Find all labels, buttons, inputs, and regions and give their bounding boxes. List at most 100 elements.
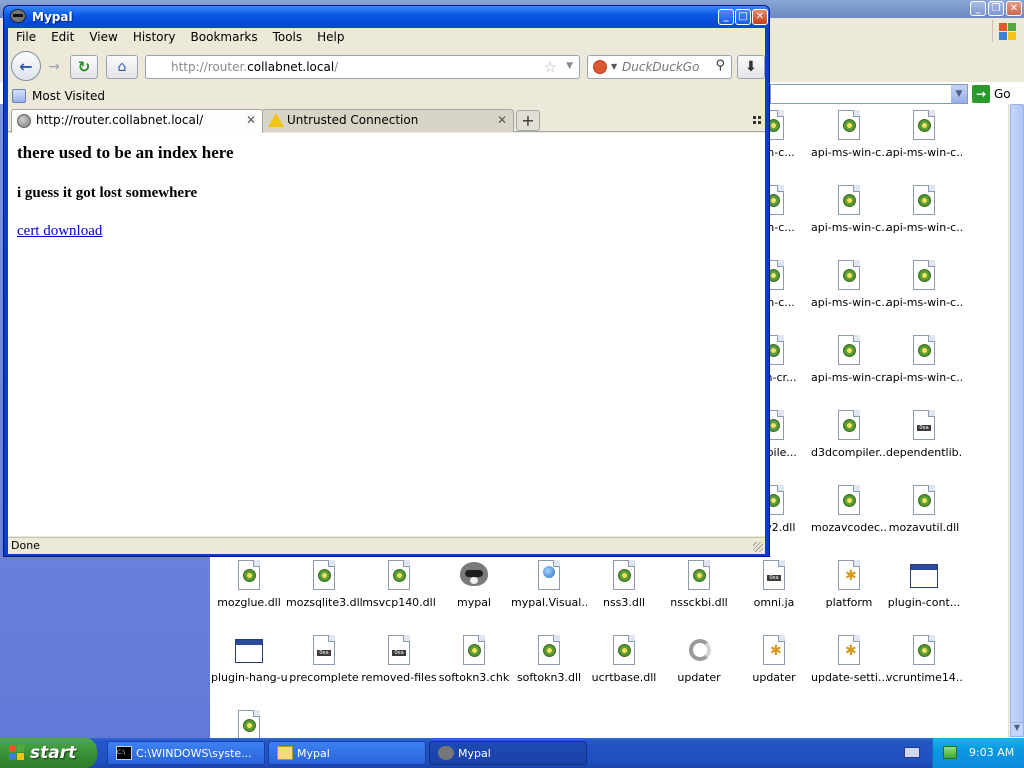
reload-button[interactable]: ↻	[70, 55, 98, 79]
file-item[interactable]: 0ea removed-files	[361, 635, 437, 684]
file-item[interactable]: api-ms-win-c...	[811, 110, 887, 159]
menu-edit[interactable]: Edit	[51, 28, 74, 47]
mypal-app-icon	[10, 9, 26, 23]
go-button[interactable]: → Go	[972, 84, 1011, 104]
task-mypal-browser[interactable]: Mypal	[429, 741, 587, 765]
file-label: mozsqlite3.dll	[286, 596, 362, 609]
file-item[interactable]: mozsqlite3.dll	[286, 560, 362, 609]
search-engine-dropdown-icon[interactable]: ▼	[611, 62, 617, 71]
new-tab-button[interactable]: +	[516, 110, 540, 131]
file-item[interactable]: 0ea dependentlib...	[886, 410, 962, 459]
file-item[interactable]: api-ms-win-c...	[886, 335, 962, 384]
file-item[interactable]: softokn3.chk	[436, 635, 512, 684]
file-label: softokn3.chk	[438, 671, 510, 684]
file-item[interactable]: ✱ update-setti...	[811, 635, 887, 684]
file-item[interactable]: mozglue.dll	[211, 560, 287, 609]
url-bar[interactable]: http://router.collabnet.local/ ☆ ▼	[145, 55, 580, 79]
minimize-button[interactable]: _	[970, 1, 986, 16]
close-tab-icon[interactable]: ✕	[246, 110, 256, 131]
menu-file[interactable]: File	[16, 28, 36, 47]
file-item[interactable]: vcruntime14...	[886, 635, 962, 684]
list-all-tabs-icon[interactable]	[753, 116, 762, 125]
clock[interactable]: 9:03 AM	[969, 746, 1014, 759]
file-item[interactable]: msvcp140.dll	[361, 560, 437, 609]
tab-untrusted-connection[interactable]: Untrusted Connection ✕	[262, 109, 514, 132]
menu-view[interactable]: View	[89, 28, 117, 47]
menu-bookmarks[interactable]: Bookmarks	[191, 28, 258, 47]
file-label: mozavcodec...	[811, 521, 887, 534]
dll-file-icon	[460, 635, 488, 667]
bookmark-most-visited[interactable]: Most Visited	[32, 89, 105, 103]
task-mypal-folder[interactable]: Mypal	[268, 741, 426, 765]
forward-button[interactable]: →	[42, 57, 66, 77]
task-command-prompt[interactable]: C:\ C:\WINDOWS\syste...	[107, 741, 265, 765]
keyboard-icon[interactable]	[904, 747, 920, 758]
maximize-button[interactable]: □	[735, 9, 751, 25]
file-item[interactable]: softokn3.dll	[511, 635, 587, 684]
back-button[interactable]: ←	[11, 51, 41, 81]
bookmark-folder-icon	[12, 89, 26, 103]
home-button[interactable]: ⌂	[106, 55, 138, 79]
file-label: mozavutil.dll	[888, 521, 960, 534]
file-item[interactable]: ✱ updater	[736, 635, 812, 684]
web-document-icon	[535, 560, 563, 592]
menu-tools[interactable]: Tools	[273, 28, 303, 47]
tab-router[interactable]: http://router.collabnet.local/ ✕	[11, 109, 263, 133]
minimize-button[interactable]: _	[718, 9, 734, 25]
close-button[interactable]: ✕	[752, 9, 768, 25]
cert-download-link[interactable]: cert download	[17, 223, 102, 240]
duckduckgo-icon[interactable]	[593, 60, 607, 74]
chevron-down-icon[interactable]: ▼	[951, 85, 967, 103]
scrollbar-thumb[interactable]	[1010, 104, 1024, 724]
file-label: omni.ja	[753, 596, 795, 609]
application-window-icon	[910, 560, 938, 592]
close-tab-icon[interactable]: ✕	[497, 110, 507, 131]
file-item[interactable]: mozavcodec...	[811, 485, 887, 534]
file-item[interactable]: mypal	[436, 560, 512, 609]
search-bar[interactable]: ▼ ⚲	[587, 55, 732, 79]
file-item[interactable]: api-ms-win-cr...	[811, 335, 887, 384]
menu-help[interactable]: Help	[317, 28, 344, 47]
downloads-button[interactable]: ⬇	[737, 55, 765, 79]
scroll-down-icon[interactable]: ▼	[1010, 722, 1024, 737]
file-item[interactable]: plugin-hang-ui	[211, 635, 287, 684]
file-label: removed-files	[361, 671, 437, 684]
file-item[interactable]: plugin-cont...	[886, 560, 962, 609]
file-item[interactable]: ucrtbase.dll	[586, 635, 662, 684]
file-item[interactable]: api-ms-win-c...	[886, 185, 962, 234]
restore-button[interactable]: ❐	[988, 1, 1004, 16]
close-button[interactable]: ✕	[1006, 1, 1022, 16]
warning-icon	[268, 113, 284, 127]
file-item[interactable]: api-ms-win-c...	[811, 185, 887, 234]
resize-grip-icon[interactable]	[753, 542, 763, 552]
vertical-scrollbar[interactable]: ▼	[1008, 104, 1024, 738]
start-button[interactable]: start	[0, 738, 97, 768]
page-content: there used to be an index here i guess i…	[8, 133, 765, 536]
dll-file-icon	[385, 560, 413, 592]
file-item[interactable]: api-ms-win-c...	[811, 260, 887, 309]
explorer-address-bar[interactable]: ▼	[770, 84, 968, 104]
chevron-down-icon[interactable]: ▼	[566, 61, 573, 71]
browser-titlebar[interactable]: Mypal _ □ ✕	[4, 6, 769, 28]
network-icon[interactable]	[943, 746, 957, 759]
file-item[interactable]: updater	[661, 635, 737, 684]
file-item[interactable]: nssckbi.dll	[661, 560, 737, 609]
bookmark-star-icon[interactable]: ☆	[544, 58, 557, 76]
file-label: mypal	[456, 596, 491, 609]
file-label: updater	[677, 671, 721, 684]
search-input[interactable]	[622, 59, 710, 75]
file-item[interactable]: nss3.dll	[586, 560, 662, 609]
search-icon[interactable]: ⚲	[715, 58, 725, 73]
file-item[interactable]: 0ea precomplete	[286, 635, 362, 684]
dll-file-icon	[835, 485, 863, 517]
dll-file-icon	[910, 185, 938, 217]
page-heading: there used to be an index here	[17, 143, 234, 162]
file-item[interactable]: mypal.Visual...	[511, 560, 587, 609]
file-item[interactable]: api-ms-win-c...	[886, 110, 962, 159]
menu-history[interactable]: History	[133, 28, 176, 47]
file-item[interactable]: 0ea omni.ja	[736, 560, 812, 609]
file-item[interactable]: mozavutil.dll	[886, 485, 962, 534]
file-item[interactable]: api-ms-win-c...	[886, 260, 962, 309]
file-item[interactable]: d3dcompiler...	[811, 410, 887, 459]
file-item[interactable]: ✱ platform	[811, 560, 887, 609]
